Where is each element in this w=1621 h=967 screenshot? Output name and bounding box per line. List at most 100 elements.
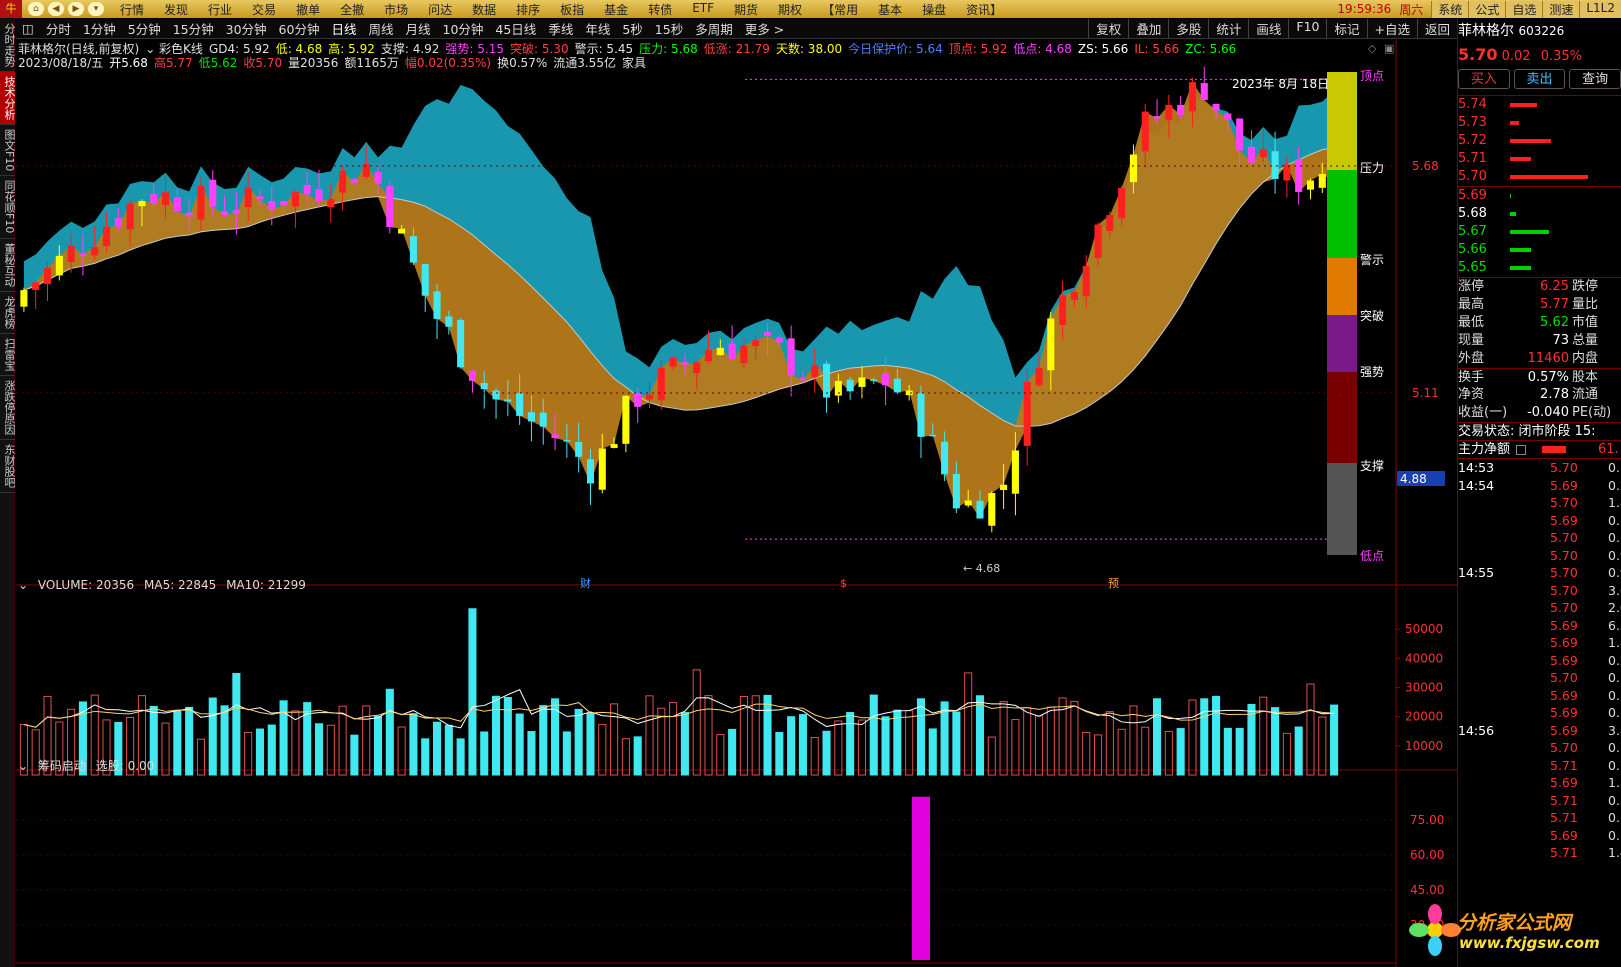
- candle-body: [433, 291, 441, 319]
- volume-bar: [1070, 700, 1079, 776]
- volume-bar: [456, 738, 465, 776]
- candle-body: [374, 172, 382, 184]
- tick-time: 14:56: [1458, 722, 1495, 738]
- candle-body: [1141, 111, 1149, 152]
- candle-body: [763, 332, 772, 337]
- candle-body: [350, 179, 358, 183]
- candle-body: [291, 191, 299, 207]
- tick-volume: 0.9: [1608, 547, 1621, 563]
- stock-terminal-window: 牛 ⌂ ◀ ▶ ▾ 行情 发现 行业 交易 撤单 全撤 市场 问达 数据 排序 板指 基金 转债 ETF 期…: [0, 0, 1621, 967]
- candle-body: [162, 192, 170, 206]
- order-price: 5.69: [1458, 188, 1487, 203]
- candle-body: [79, 254, 87, 256]
- trade-button[interactable]: 查询: [1569, 69, 1621, 89]
- trade-button[interactable]: 卖出: [1513, 69, 1566, 89]
- candle-body: [1188, 82, 1196, 112]
- tick-row: 14:56 5.69 3.8: [1458, 722, 1621, 740]
- volume-ma5: MA5: 22845: [144, 578, 217, 592]
- indicator-header: ⌄ 筹码启动 选股: 0.00: [18, 757, 160, 774]
- trade-button[interactable]: 买入: [1458, 69, 1510, 89]
- candle-body: [1283, 164, 1291, 181]
- candle-body: [610, 444, 618, 448]
- order-price: 5.66: [1458, 242, 1487, 257]
- volume-bar: [220, 705, 229, 776]
- volume-bar: [834, 720, 843, 776]
- stat-row: 现量 73 总量: [1458, 332, 1621, 350]
- tick-row: 5.70 1.8: [1458, 494, 1621, 512]
- volume-bar: [1259, 696, 1268, 776]
- system-menu-item[interactable]: 公式: [1468, 0, 1505, 18]
- volume-bar: [1129, 705, 1138, 776]
- candle-body: [1153, 116, 1161, 119]
- candle-body: [941, 441, 949, 475]
- volume-bar: [645, 695, 654, 776]
- order-price: 5.73: [1458, 115, 1487, 130]
- candle-body: [1082, 265, 1090, 297]
- order-book-row: 5.68: [1458, 205, 1621, 223]
- order-volume-bar: [1510, 121, 1519, 125]
- volume-bar: [291, 710, 300, 776]
- tick-row: 5.70 3.6: [1458, 582, 1621, 600]
- candle-body: [1106, 215, 1114, 232]
- stat-label-2: 市值: [1572, 315, 1599, 330]
- system-menu-item[interactable]: L1L2: [1579, 0, 1621, 18]
- tick-volume: 0.1: [1608, 670, 1621, 685]
- candle-body: [1224, 113, 1232, 120]
- candle-body: [126, 203, 134, 230]
- volume-bar: [551, 698, 560, 776]
- band-label: 强势: [1360, 365, 1384, 379]
- candle-body: [716, 347, 724, 355]
- volume-bar: [1046, 706, 1055, 776]
- candle-body: [1295, 159, 1303, 192]
- collapse-icon[interactable]: ⌄: [18, 578, 28, 592]
- tick-price: 5.70: [1550, 530, 1578, 545]
- tick-row: 14:54 5.69 0.2: [1458, 477, 1621, 495]
- candle-body: [138, 201, 146, 207]
- candle-body: [952, 473, 960, 509]
- stat-row: 外盘 11460 内盘: [1458, 350, 1621, 368]
- stat-value: -0.040: [1527, 405, 1569, 420]
- volume-bar: [421, 738, 430, 776]
- indicator-axis-label: 75.00: [1410, 813, 1444, 827]
- candle-body: [740, 345, 748, 364]
- order-book-row: 5.72: [1458, 132, 1621, 150]
- volume-bar: [680, 712, 689, 776]
- tick-row: 5.69 0.1: [1458, 512, 1621, 530]
- volume-bar: [468, 608, 477, 776]
- stat-label: 最高: [1458, 297, 1485, 312]
- order-book-row: 5.70: [1458, 168, 1621, 186]
- volume-axis-label: 30000: [1405, 681, 1443, 695]
- candle: [917, 385, 925, 459]
- volume-bar: [964, 672, 973, 776]
- system-menu-item[interactable]: 自选: [1505, 0, 1542, 18]
- candle-body: [1059, 295, 1067, 325]
- tick-row: 5.69 0.1: [1458, 827, 1621, 845]
- volume-bar: [208, 697, 217, 776]
- order-book-row: 5.67: [1458, 223, 1621, 241]
- chart-svg[interactable]: 压力警示突破强势支撑低点 顶点 5.68 5.11 4.88 2023年 8月 18日 ← …: [0, 0, 1457, 967]
- candle-body: [209, 179, 217, 207]
- stat-row: 最高 5.77 量比: [1458, 296, 1621, 314]
- stat-label-2: 流通: [1572, 387, 1599, 402]
- order-volume-bar: [1510, 230, 1549, 234]
- volume-bar: [515, 713, 524, 776]
- tick-volume: 1.4: [1608, 845, 1621, 860]
- candle-body: [527, 412, 535, 422]
- candle-body: [634, 392, 642, 407]
- volume-bar: [492, 695, 501, 776]
- candle-body: [929, 434, 937, 437]
- stat-label: 涨停: [1458, 279, 1485, 294]
- volume-bar: [527, 731, 536, 776]
- order-price: 5.72: [1458, 133, 1487, 148]
- volume-title: VOLUME: 20356: [37, 578, 135, 592]
- volume-bar: [444, 724, 453, 776]
- collapse-icon[interactable]: ⌄: [18, 759, 28, 773]
- stat-row: 换手 0.57% 股本: [1458, 368, 1621, 386]
- tick-row: 5.71 1.4: [1458, 844, 1621, 862]
- system-menu-item[interactable]: 测速: [1542, 0, 1579, 18]
- volume-bar: [373, 715, 383, 776]
- volume-bar: [846, 712, 855, 776]
- level-band-1: [1327, 170, 1357, 258]
- tick-volume: 0.1: [1608, 827, 1621, 843]
- candle-body: [575, 441, 583, 457]
